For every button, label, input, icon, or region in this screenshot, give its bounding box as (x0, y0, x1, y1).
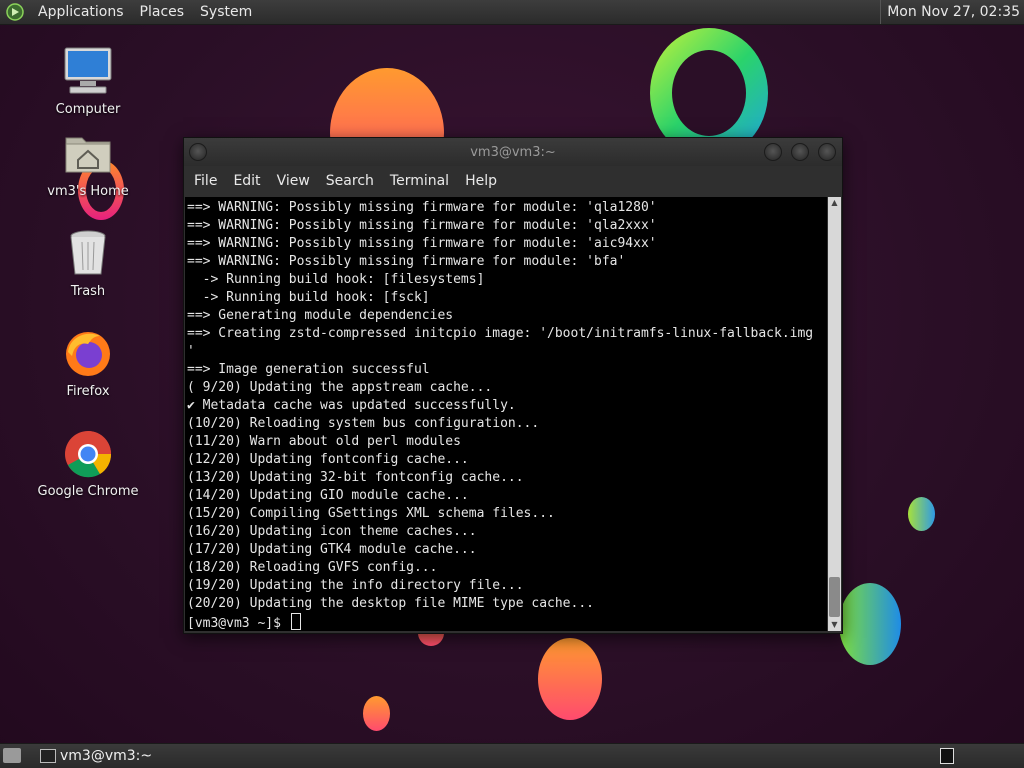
show-desktop-icon[interactable] (3, 748, 21, 763)
terminal-lines: ==> WARNING: Possibly missing firmware f… (187, 199, 827, 613)
scroll-down-arrow-icon[interactable]: ▼ (828, 619, 841, 631)
terminal-line: (20/20) Updating the desktop file MIME t… (187, 596, 594, 611)
home-folder-icon (62, 128, 114, 180)
desktop-icon-computer[interactable]: Computer (28, 46, 148, 117)
desktop-icon-label: Computer (55, 102, 121, 117)
terminal-line: ==> WARNING: Possibly missing firmware f… (187, 236, 657, 251)
terminal-line: ✔ Metadata cache was updated successfull… (187, 398, 516, 413)
terminal-line: ==> Creating zstd-compressed initcpio im… (187, 326, 814, 341)
terminal-line: ==> WARNING: Possibly missing firmware f… (187, 254, 626, 269)
terminal-line: (17/20) Updating GTK4 module cache... (187, 542, 477, 557)
terminal-cursor (290, 613, 301, 630)
terminal-line: -> Running build hook: [filesystems] (187, 272, 485, 287)
menu-search[interactable]: Search (320, 173, 382, 189)
wallpaper-blob-small-bottom (363, 696, 390, 731)
terminal-window[interactable]: vm3@vm3:~ File Edit View Search Terminal… (183, 137, 843, 634)
desktop-icon-label: vm3's Home (47, 184, 129, 199)
terminal-line: (19/20) Updating the info directory file… (187, 578, 524, 593)
wallpaper-small-blob (908, 497, 935, 531)
terminal-output[interactable]: ==> WARNING: Possibly missing firmware f… (185, 197, 827, 631)
menu-view[interactable]: View (271, 173, 318, 189)
desktop-icon-label: Firefox (66, 384, 110, 399)
desktop-icon-firefox[interactable]: Firefox (28, 328, 148, 399)
terminal-line: ==> WARNING: Possibly missing firmware f… (187, 200, 657, 215)
terminal-line: (12/20) Updating fontconfig cache... (187, 452, 469, 467)
terminal-line: (13/20) Updating 32-bit fontconfig cache… (187, 470, 524, 485)
clock[interactable]: Mon Nov 27, 02:35 (880, 0, 1020, 24)
wallpaper-blob-bottom (538, 638, 602, 720)
window-titlebar[interactable]: vm3@vm3:~ (184, 138, 842, 166)
terminal-line: (10/20) Reloading system bus configurati… (187, 416, 540, 431)
maximize-button[interactable] (791, 143, 809, 161)
desktop-icon-label: Google Chrome (37, 484, 139, 499)
terminal-line: (16/20) Updating icon theme caches... (187, 524, 477, 539)
terminal-icon (40, 749, 56, 763)
terminal-prompt-line: [vm3@vm3 ~]$ (187, 613, 827, 631)
workspace-switcher[interactable] (940, 748, 954, 764)
window-title: vm3@vm3:~ (470, 145, 556, 160)
terminal-line: ' (187, 344, 195, 359)
window-menubar: File Edit View Search Terminal Help (184, 166, 842, 196)
desktop-icon-label: Trash (70, 284, 106, 299)
bottom-panel: vm3@vm3:~ (0, 743, 1024, 768)
wallpaper-large-blob (839, 583, 901, 665)
desktop-icon-chrome[interactable]: Google Chrome (28, 428, 148, 499)
terminal-line: (15/20) Compiling GSettings XML schema f… (187, 506, 555, 521)
desktop-icon-home[interactable]: vm3's Home (28, 128, 148, 199)
terminal-line: ==> Generating module dependencies (187, 308, 454, 323)
menu-edit[interactable]: Edit (227, 173, 268, 189)
menu-file[interactable]: File (188, 173, 225, 189)
system-menu[interactable]: System (192, 0, 260, 24)
terminal-line: -> Running build hook: [fsck] (187, 290, 430, 305)
places-menu[interactable]: Places (132, 0, 193, 24)
distro-logo-icon[interactable] (6, 3, 24, 21)
top-panel: Applications Places System Mon Nov 27, 0… (0, 0, 1024, 25)
trash-icon (62, 228, 114, 280)
scroll-up-arrow-icon[interactable]: ▲ (828, 197, 841, 209)
terminal-line: ==> Image generation successful (187, 362, 430, 377)
taskbar-item-terminal[interactable]: vm3@vm3:~ (34, 745, 162, 767)
terminal-line: ( 9/20) Updating the appstream cache... (187, 380, 493, 395)
terminal-scrollbar[interactable]: ▲ ▼ (828, 197, 841, 631)
close-button[interactable] (818, 143, 836, 161)
desktop-icon-trash[interactable]: Trash (28, 228, 148, 299)
terminal-line: (14/20) Updating GIO module cache... (187, 488, 469, 503)
chrome-icon (62, 428, 114, 480)
terminal-prompt: [vm3@vm3 ~]$ (187, 616, 289, 631)
menu-terminal[interactable]: Terminal (384, 173, 457, 189)
minimize-button[interactable] (764, 143, 782, 161)
applications-menu[interactable]: Applications (30, 0, 132, 24)
taskbar-item-label: vm3@vm3:~ (60, 748, 153, 764)
scrollbar-thumb[interactable] (829, 577, 840, 617)
terminal-line: ==> WARNING: Possibly missing firmware f… (187, 218, 657, 233)
terminal-line: (18/20) Reloading GVFS config... (187, 560, 438, 575)
firefox-icon (62, 328, 114, 380)
terminal-line: (11/20) Warn about old perl modules (187, 434, 461, 449)
computer-icon (62, 46, 114, 98)
menu-help[interactable]: Help (459, 173, 505, 189)
